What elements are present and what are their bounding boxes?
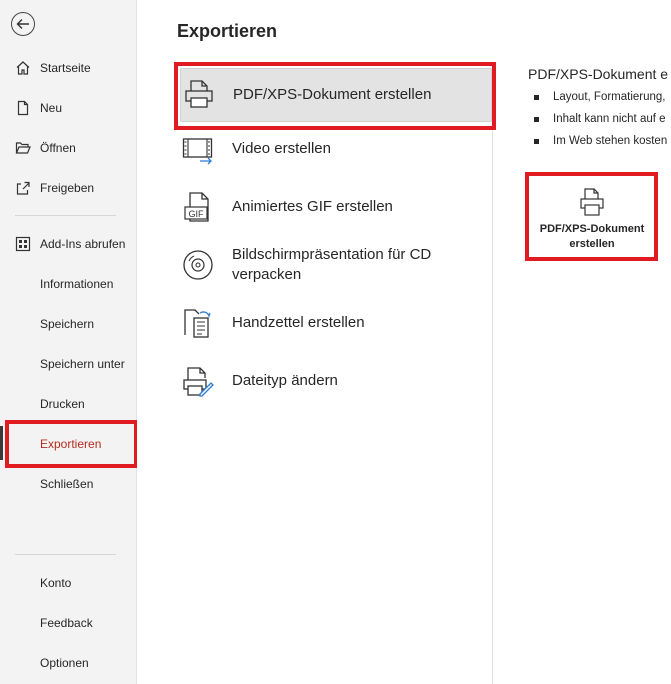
export-option-label: Video erstellen [232,140,331,157]
bullet-item: Layout, Formatierung, [532,86,667,108]
sidebar-item-neu[interactable]: Neu [0,91,136,125]
column-divider [492,124,493,684]
sidebar-item-informationen[interactable]: Informationen [0,267,136,301]
sidebar-item-label: Freigeben [40,181,95,195]
bullet-item: Inhalt kann nicht auf e [532,108,667,130]
sidebar-divider [15,554,116,555]
page-title: Exportieren [177,21,278,41]
sidebar-item-label: Konto [40,576,72,590]
create-pdf-xps-button[interactable]: PDF/XPS-Dokument erstellen [537,182,647,254]
export-option-change-filetype[interactable]: Dateityp ändern [177,354,489,408]
sidebar-divider [15,215,116,216]
export-option-pdf-xps[interactable]: PDF/XPS-Dokument erstellen [180,68,492,122]
sidebar-item-oeffnen[interactable]: Öffnen [0,131,136,165]
sidebar-item-label: Startseite [40,61,91,75]
add-ins-grid-icon [15,236,31,252]
sidebar-item-label: Drucken [40,397,85,411]
open-folder-icon [15,142,31,154]
export-option-cd[interactable]: Bildschirmpräsentation für CD verpacken [177,238,489,292]
sidebar-item-startseite[interactable]: Startseite [0,51,136,85]
sidebar-item-drucken[interactable]: Drucken [0,387,136,421]
sidebar-item-label: Feedback [40,616,93,630]
sidebar-item-label: Neu [40,101,63,115]
bullet-item: Im Web stehen kosten [532,130,667,152]
sidebar-item-label: Exportieren [40,437,102,451]
gif-badge-text: GIF [189,209,205,219]
sidebar-item-label: Add-Ins abrufen [40,237,126,251]
export-panel: Exportieren PDF/XPS-Dokument erstellen V… [137,0,671,684]
detail-title: PDF/XPS-Dokument e [528,66,669,82]
export-option-label: Handzettel erstellen [232,314,365,331]
sidebar-item-speichern[interactable]: Speichern [0,307,136,341]
export-option-label: Dateityp ändern [232,372,338,389]
home-icon [16,61,30,75]
export-option-gif[interactable]: GIF Animiertes GIF erstellen [177,180,489,234]
sidebar-item-freigeben[interactable]: Freigeben [0,171,136,205]
sidebar-item-speichern-unter[interactable]: Speichern unter [0,347,136,381]
handout-icon [184,309,211,338]
detail-bullets: Layout, Formatierung, Inhalt kann nicht … [532,86,667,152]
export-option-video[interactable]: Video erstellen [177,122,489,176]
sidebar-item-exportieren[interactable]: Exportieren [0,427,136,461]
sidebar-item-optionen[interactable]: Optionen [0,646,136,680]
arrow-left-icon [16,19,29,29]
back-button[interactable] [11,12,35,36]
new-document-icon [17,100,29,116]
sidebar-item-label: Optionen [40,656,89,670]
create-pdf-xps-button-label: PDF/XPS-Dokument erstellen [539,223,645,250]
export-option-handout[interactable]: Handzettel erstellen [177,296,489,350]
export-option-label: Bildschirmpräsentation für CD verpacken [232,246,432,283]
pdf-printer-icon [185,80,213,108]
pdf-printer-icon [580,188,604,216]
sidebar-item-label: Öffnen [40,141,76,155]
sidebar-item-feedback[interactable]: Feedback [0,606,136,640]
video-film-icon [182,138,213,165]
sidebar-item-schliessen[interactable]: Schließen [0,467,136,501]
sidebar-item-konto[interactable]: Konto [0,566,136,600]
sidebar-item-label: Informationen [40,277,114,291]
change-filetype-icon [183,367,214,397]
sidebar-item-label: Speichern [40,317,95,331]
share-icon [16,181,30,195]
export-option-label: PDF/XPS-Dokument erstellen [233,86,432,103]
sidebar-item-label: Speichern unter [40,357,125,371]
backstage-sidebar: Startseite Neu Öffnen Freigeben Add-Ins … [0,0,137,684]
cd-disc-icon [183,250,213,280]
sidebar-item-label: Schließen [40,477,94,491]
export-option-label: Animiertes GIF erstellen [232,198,393,215]
gif-file-icon: GIF [184,192,209,222]
sidebar-item-add-ins[interactable]: Add-Ins abrufen [0,227,136,261]
